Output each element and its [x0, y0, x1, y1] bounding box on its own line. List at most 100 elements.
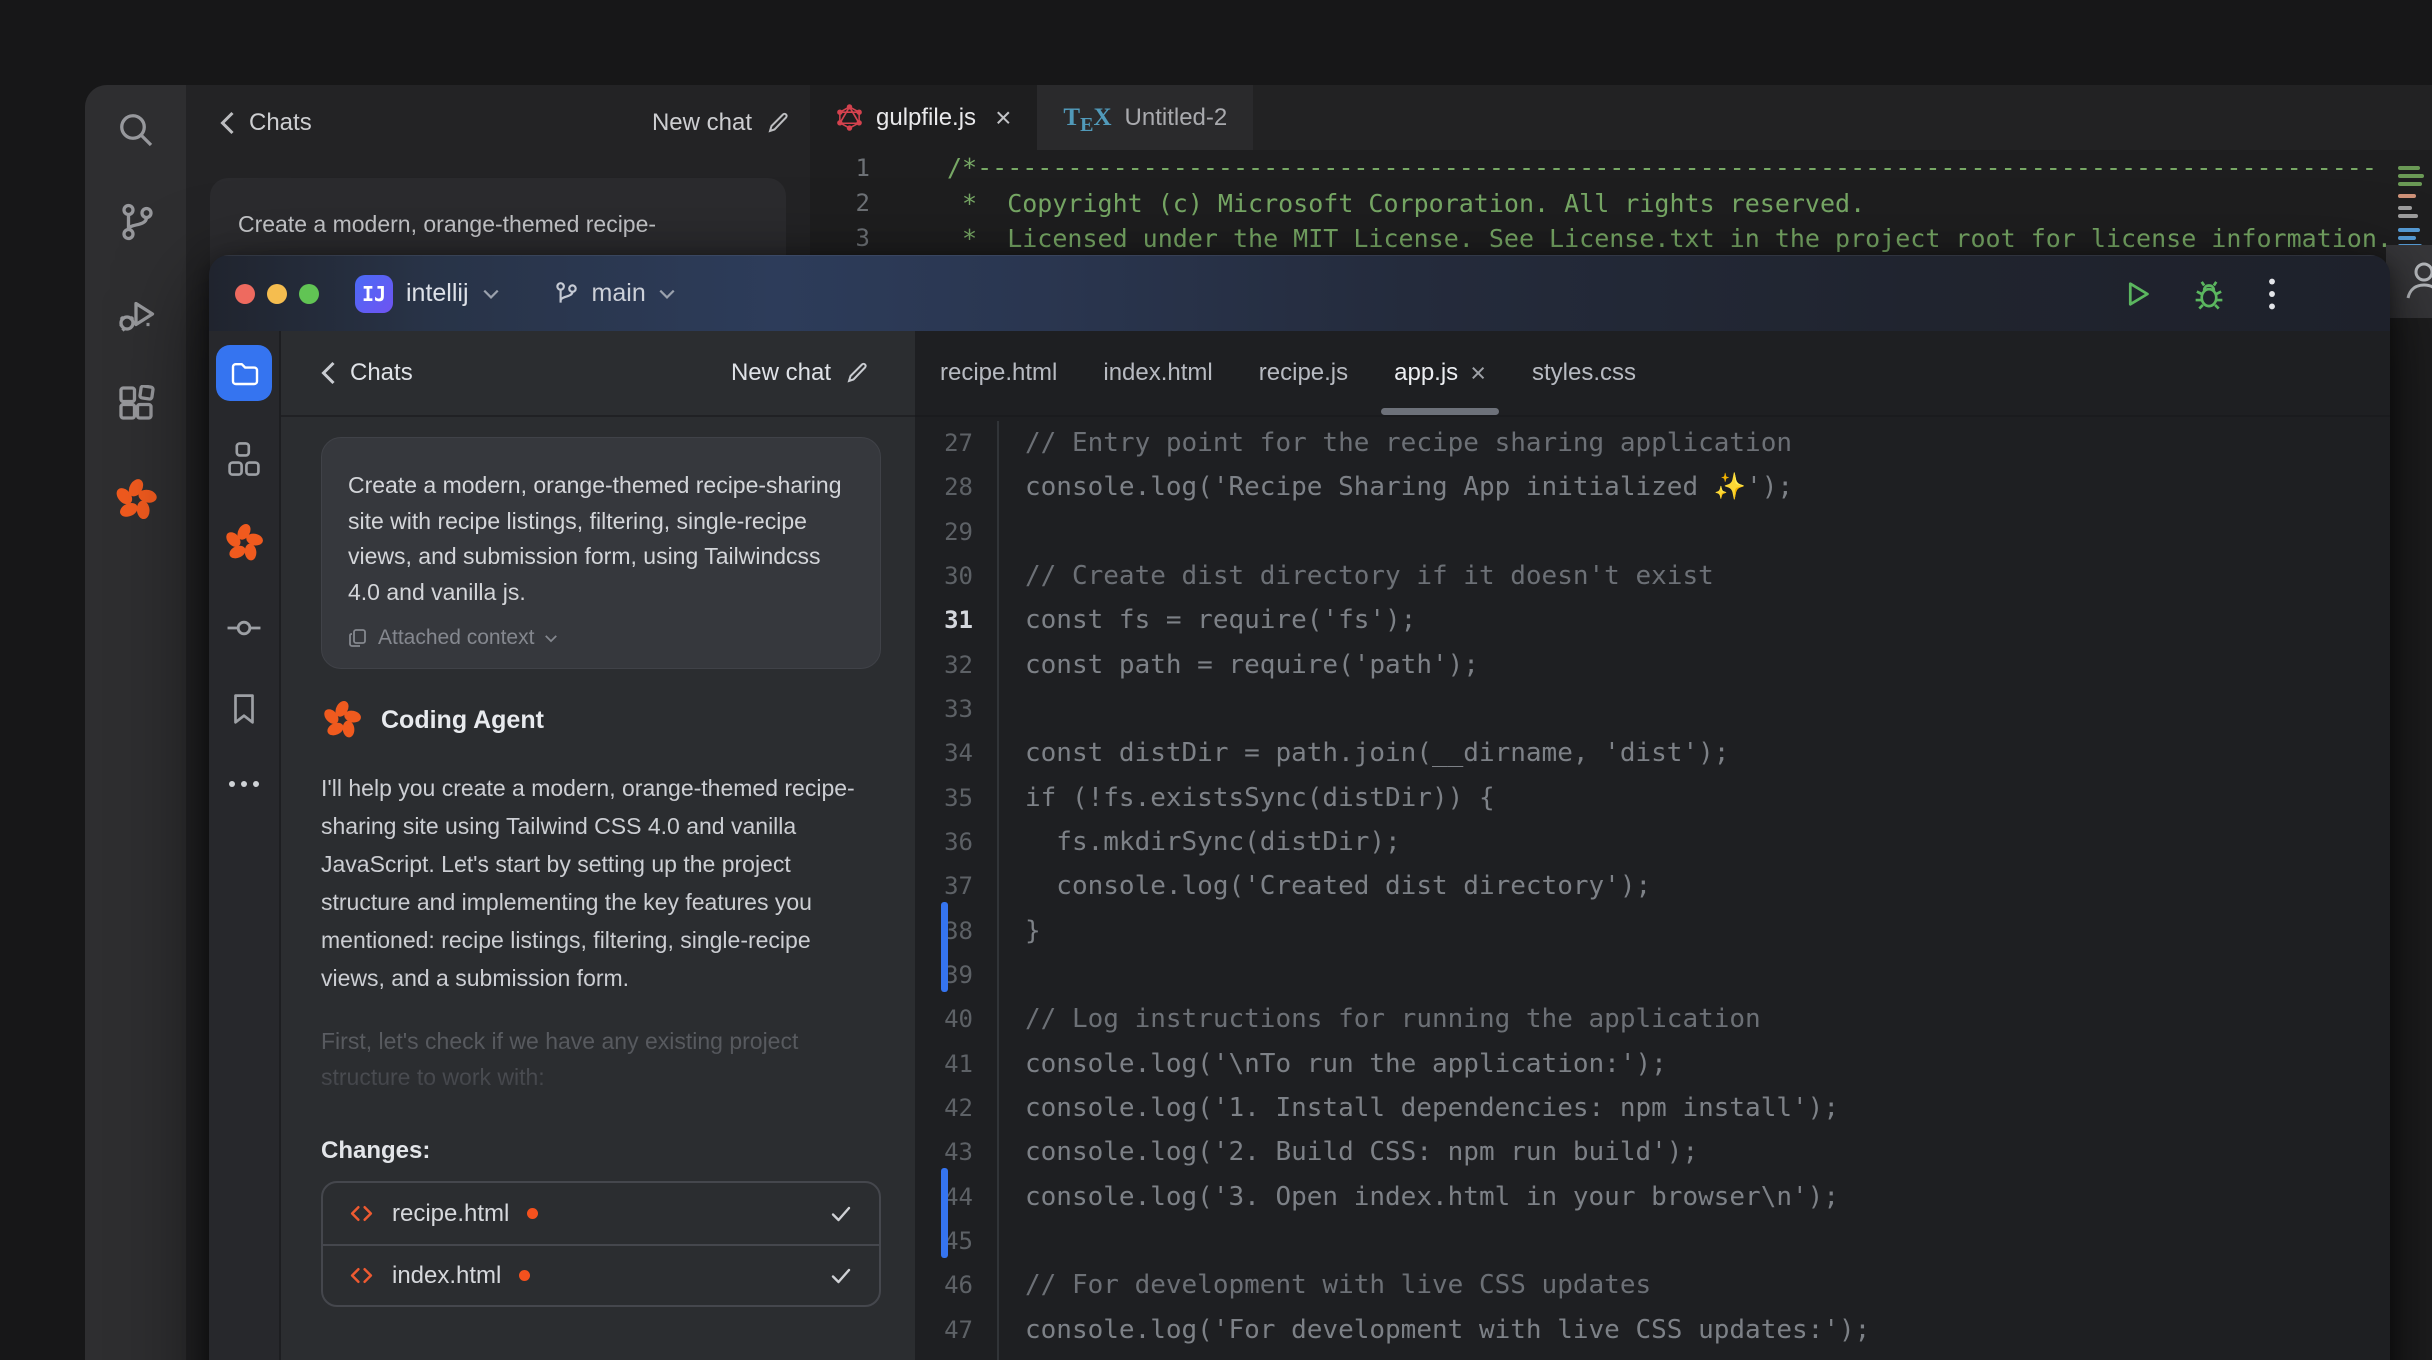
line-number: 2: [810, 189, 890, 217]
tab-app-js[interactable]: app.js ×: [1371, 331, 1509, 415]
editor-area: recipe.html index.html recipe.js app.js …: [915, 331, 2390, 1360]
line-number: 46: [915, 1263, 999, 1307]
code-text: /*--------------------------------------…: [890, 153, 2377, 182]
project-selector[interactable]: IJ intellij: [355, 275, 500, 313]
code-text: // Entry point for the recipe sharing ap…: [999, 428, 1792, 458]
code-line: 40 // Log instructions for running the a…: [915, 997, 2390, 1041]
more-tool-windows-icon[interactable]: [226, 777, 262, 795]
chats-back-button[interactable]: Chats: [321, 359, 413, 387]
close-window-button[interactable]: [235, 284, 255, 304]
tab-close-icon[interactable]: ×: [995, 104, 1011, 132]
pencil-icon: [766, 111, 790, 135]
debug-button[interactable]: [2192, 277, 2226, 311]
attached-context-toggle[interactable]: Attached context: [348, 626, 854, 650]
line-number: 1: [810, 154, 890, 182]
tab-styles-css[interactable]: styles.css: [1509, 331, 1659, 415]
changed-file-row-partial: [321, 1307, 881, 1329]
file-name: index.html: [392, 1262, 501, 1290]
code-text: * Licensed under the MIT License. See Li…: [890, 224, 2392, 253]
more-actions-button[interactable]: [2266, 277, 2278, 311]
vcs-change-marker[interactable]: [941, 1168, 948, 1258]
account-button[interactable]: [2386, 245, 2432, 318]
code-text: const path = require('path');: [999, 650, 1479, 680]
branch-selector[interactable]: main: [552, 279, 676, 308]
changes-heading: Changes:: [321, 1137, 881, 1165]
run-actions: [2120, 277, 2278, 311]
line-number: 27: [915, 421, 999, 465]
code-line: 38 }: [915, 909, 2390, 953]
agent-header: Coding Agent: [321, 699, 881, 741]
chevron-down-icon: [544, 633, 558, 644]
line-number: 33: [915, 687, 999, 731]
code-text: }: [999, 916, 1041, 946]
attached-files-icon: [348, 628, 368, 648]
code-line: 32 const path = require('path');: [915, 643, 2390, 687]
tab-untitled-2[interactable]: TEX Untitled-2: [1037, 85, 1253, 150]
code-file-icon: [349, 1201, 374, 1226]
file-name: recipe.html: [392, 1200, 509, 1228]
git-branch-icon: [552, 280, 580, 308]
code-line: 31 const fs = require('fs');: [915, 598, 2390, 642]
line-number: 29: [915, 510, 999, 554]
person-icon: [2400, 257, 2432, 305]
tab-recipe-html[interactable]: recipe.html: [917, 331, 1080, 415]
ai-plugin-icon[interactable]: [113, 477, 159, 523]
project-name: intellij: [406, 279, 469, 308]
pencil-icon: [845, 361, 869, 385]
code-file-icon: [349, 1263, 374, 1288]
maximize-window-button[interactable]: [299, 284, 319, 304]
new-chat-button[interactable]: New chat: [731, 359, 869, 387]
line-number: 3: [810, 224, 890, 252]
code-line: 46 // For development with live CSS upda…: [915, 1263, 2390, 1307]
line-number: 40: [915, 997, 999, 1041]
project-tool-button[interactable]: [216, 345, 272, 401]
minimap[interactable]: [2392, 150, 2432, 1360]
code-area[interactable]: 27 // Entry point for the recipe sharing…: [915, 417, 2390, 1360]
vcs-change-marker[interactable]: [941, 902, 948, 992]
chats-title: Chats: [350, 359, 413, 387]
tab-label: gulpfile.js: [876, 104, 976, 132]
code-text: if (!fs.existsSync(distDir)) {: [999, 783, 1495, 813]
code-line: 39: [915, 953, 2390, 997]
chats-title: Chats: [249, 109, 312, 137]
minimize-window-button[interactable]: [267, 284, 287, 304]
code-text: console.log('Created dist directory');: [999, 871, 1651, 901]
source-control-icon[interactable]: [115, 201, 157, 243]
code-line: 27 // Entry point for the recipe sharing…: [915, 421, 2390, 465]
chats-back-button[interactable]: Chats: [220, 109, 312, 137]
code-text: console.log('For development with live C…: [999, 1315, 1870, 1345]
tab-label: Untitled-2: [1125, 104, 1228, 132]
tab-index-html[interactable]: index.html: [1080, 331, 1235, 415]
code-line: 30 // Create dist directory if it doesn'…: [915, 554, 2390, 598]
agent-name: Coding Agent: [381, 706, 544, 735]
modified-dot: [519, 1270, 530, 1281]
project-badge: IJ: [355, 275, 393, 313]
structure-icon[interactable]: [226, 441, 262, 482]
line-number: 38: [915, 909, 999, 953]
ai-plugin-icon[interactable]: [223, 522, 265, 569]
changed-file-row[interactable]: index.html: [323, 1244, 879, 1305]
tex-icon: TEX: [1063, 104, 1111, 132]
code-line: 35 if (!fs.existsSync(distDir)) {: [915, 776, 2390, 820]
code-line: 48 console.log('npm run watch');: [915, 1352, 2390, 1360]
line-number: 41: [915, 1042, 999, 1086]
new-chat-button[interactable]: New chat: [652, 109, 790, 137]
title-bar: IJ intellij main: [209, 255, 2390, 331]
search-icon[interactable]: [115, 109, 157, 151]
code-text: // Create dist directory if it doesn't e…: [999, 561, 1714, 591]
run-and-debug-icon[interactable]: [115, 293, 157, 335]
code-text: * Copyright (c) Microsoft Corporation. A…: [890, 189, 1865, 218]
code-text: // Log instructions for running the appl…: [999, 1004, 1761, 1034]
changed-file-row[interactable]: recipe.html: [323, 1183, 879, 1244]
commit-icon[interactable]: [225, 609, 263, 652]
run-button[interactable]: [2120, 278, 2152, 310]
branch-name: main: [592, 279, 646, 308]
folder-icon: [228, 357, 260, 389]
tab-recipe-js[interactable]: recipe.js: [1236, 331, 1371, 415]
tab-close-icon[interactable]: ×: [1470, 360, 1486, 387]
tab-gulpfile-js[interactable]: gulpfile.js ×: [810, 85, 1037, 150]
graphql-icon: [836, 104, 863, 131]
bookmarks-icon[interactable]: [227, 692, 261, 731]
extensions-icon[interactable]: [115, 385, 157, 427]
line-number: 31: [915, 598, 999, 642]
